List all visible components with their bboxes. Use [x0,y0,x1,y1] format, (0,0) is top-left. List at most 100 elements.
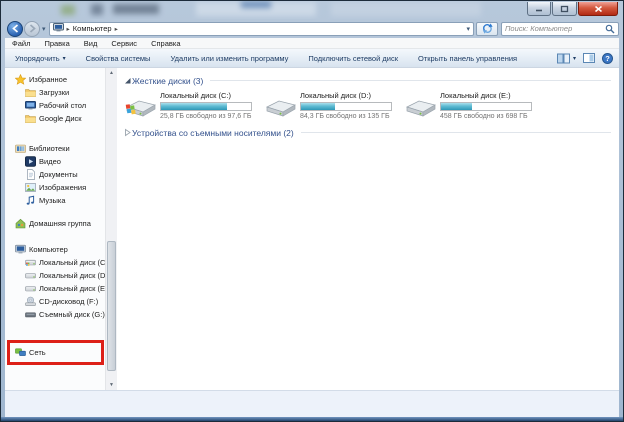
toolbar-button-label: Подключить сетевой диск [308,54,398,63]
explorer-window: ▾ ▸ Компьютер ▸ ▾ ФайлПравкаВидСервисСпр… [0,0,624,422]
menu-item[interactable]: Справка [144,38,187,49]
preview-pane-button[interactable] [583,53,595,63]
sidebar-item-label: Избранное [29,75,67,84]
sidebar-item-label: Сеть [29,348,46,357]
group-header-label: Жесткие диски (3) [132,76,203,86]
scroll-down-icon[interactable]: ▼ [109,380,114,390]
search-box [501,22,619,36]
scrollbar-thumb[interactable] [107,241,116,371]
forward-button[interactable] [24,21,40,37]
computer-icon [15,244,26,255]
pictures-icon [25,182,36,193]
menu-item[interactable]: Правка [37,38,76,49]
scrollbar-track[interactable] [106,78,117,380]
chevron-down-icon: ▾ [63,55,66,62]
toolbar-button[interactable]: Открыть панель управления [408,54,527,63]
network-icon [15,347,26,358]
drive-tile-info: Локальный диск (D:)84,3 ГБ свободно из 1… [300,90,392,120]
drive-tile-info: Локальный диск (E:)458 ГБ свободно из 69… [440,90,532,120]
toolbar-button-label: Удалить или изменить программу [170,54,288,63]
close-button[interactable] [578,2,618,16]
toolbar-button[interactable]: Удалить или изменить программу [160,54,298,63]
sidebar-item-label: Рабочий стол [39,101,86,110]
menu-item[interactable]: Сервис [104,38,144,49]
expanded-arrow-icon[interactable] [123,76,132,85]
drive-capacity-text: 25,8 ГБ свободно из 97,6 ГБ [160,113,252,120]
drive-tile[interactable]: Локальный диск (E:)458 ГБ свободно из 69… [405,90,545,120]
drive-tile[interactable]: Локальный диск (D:)84,3 ГБ свободно из 1… [265,90,405,120]
drive-usage-bar [300,102,392,111]
preview-pane-icon [583,53,595,63]
back-button[interactable] [7,21,23,37]
title-bar[interactable] [1,1,623,19]
menu-item[interactable]: Вид [77,38,105,49]
collapsed-arrow-icon[interactable] [123,128,132,137]
sidebar-item[interactable]: Рабочий стол [5,99,105,112]
toolbar-button[interactable]: Упорядочить▾ [5,54,76,63]
sidebar-item[interactable]: Локальный диск (E:) [5,282,105,295]
sidebar-item-label: Домашняя группа [29,219,91,228]
change-view-button[interactable]: ▾ [557,53,576,64]
navigation-pane-scrollbar[interactable]: ▲ ▼ [105,68,117,390]
breadcrumb-arrow-icon[interactable]: ▸ [115,25,118,33]
group-header[interactable]: Жесткие диски (3) [123,74,611,87]
menu-bar: ФайлПравкаВидСервисСправка [5,38,619,49]
window-body: Избранное Загрузки Рабочий стол Google Диск… [5,68,619,390]
drive-tile[interactable]: Локальный диск (C:)25,8 ГБ свободно из 9… [125,90,265,120]
sidebar-item[interactable]: Компьютер [5,243,105,256]
removable-disk-icon [25,309,36,320]
sidebar-item[interactable]: Видео [5,155,105,168]
forward-arrow-icon [28,24,37,33]
toolbar-button[interactable]: Подключить сетевой диск [298,54,408,63]
desktop-blur-blob [113,4,159,14]
sidebar-item[interactable]: Документы [5,168,105,181]
sidebar-item[interactable]: Локальный диск (C:) [5,256,105,269]
sidebar-item[interactable]: Библиотеки [5,142,105,155]
sidebar-item[interactable]: Загрузки [5,86,105,99]
refresh-icon [482,23,493,34]
sidebar-item-label: CD-дисковод (F:) [39,297,98,306]
sidebar-item-label: Музыка [39,196,66,205]
refresh-button[interactable] [476,22,498,36]
sidebar-item[interactable]: Изображения [5,181,105,194]
folder-icon [25,113,36,124]
sidebar-item-label: Изображения [39,183,86,192]
sidebar-item[interactable]: Избранное [5,73,105,86]
address-history-dropdown[interactable]: ▾ [466,25,470,33]
breadcrumb-arrow-icon: ▸ [67,25,70,33]
downloads-folder-icon [25,87,36,98]
drive-usage-fill [161,103,227,110]
homegroup-icon [15,218,26,229]
sidebar-item[interactable]: Локальный диск (D:) [5,269,105,282]
address-bar[interactable]: ▸ Компьютер ▸ ▾ [49,22,474,36]
recent-pages-dropdown[interactable]: ▾ [42,25,46,33]
drive-name: Локальный диск (D:) [300,91,392,101]
toolbar-button[interactable]: Свойства системы [76,54,161,63]
sidebar-item[interactable]: Музыка [5,194,105,207]
toolbar-left-items: Упорядочить▾Свойства системы Удалить или … [5,54,527,63]
group-header[interactable]: Устройства со съемными носителями (2) [123,126,611,139]
sidebar-section: Сеть [5,340,105,365]
help-button[interactable]: ? [602,53,613,64]
desktop-blur-blob [331,2,481,16]
sidebar-item[interactable]: Домашняя группа [5,217,105,230]
sidebar-item-label: Документы [39,170,78,179]
details-pane [5,390,619,418]
sidebar-item[interactable]: CD-дисковод (F:) [5,295,105,308]
sidebar-item-label: Загрузки [39,88,69,97]
breadcrumb-location[interactable]: Компьютер [73,24,112,33]
minimize-button[interactable] [527,2,551,16]
sidebar-section: Избранное Загрузки Рабочий стол Google Диск [5,73,105,125]
desktop-icon [25,100,36,111]
menu-item[interactable]: Файл [5,38,37,49]
sidebar-item-label: Компьютер [29,245,68,254]
sidebar-item[interactable]: Google Диск [5,112,105,125]
search-icon[interactable] [605,24,615,34]
sidebar-item[interactable]: Сеть [10,346,101,359]
disk-icon [25,270,36,281]
sidebar-item-label: Google Диск [39,114,82,123]
sidebar-item[interactable]: Съемный диск (G:) [5,308,105,321]
search-input[interactable] [505,24,605,33]
scroll-up-icon[interactable]: ▲ [109,68,114,78]
maximize-button[interactable] [552,2,577,16]
